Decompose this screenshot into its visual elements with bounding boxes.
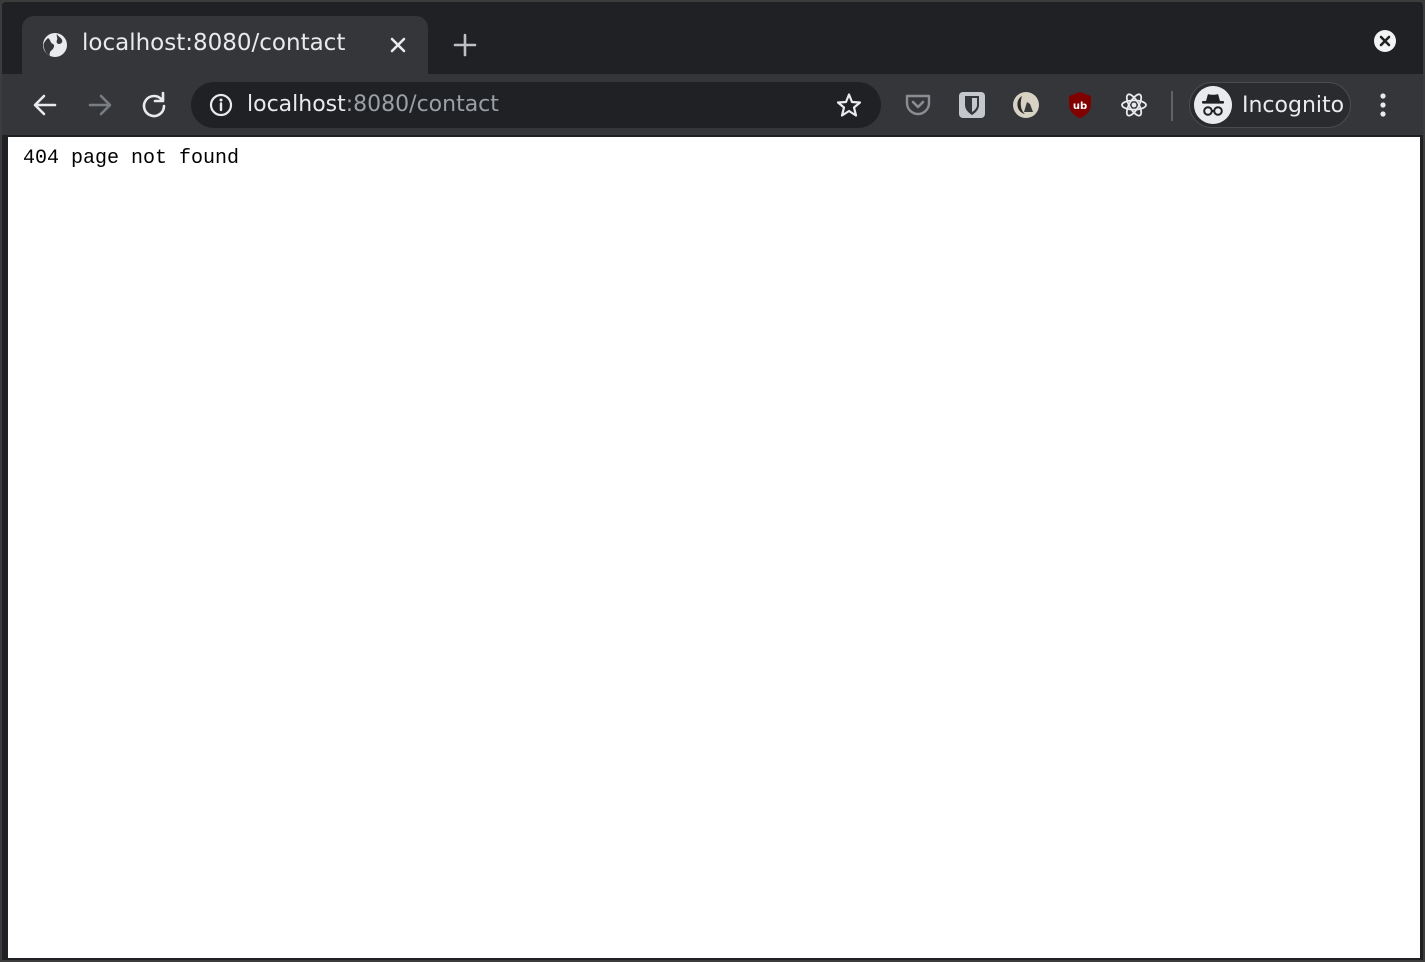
bitwarden-icon[interactable] xyxy=(957,90,987,120)
tab-title: localhost:8080/contact xyxy=(82,30,346,56)
tab-strip: localhost:8080/contact xyxy=(2,2,1423,74)
react-devtools-icon[interactable] xyxy=(1119,90,1149,120)
window-close-icon[interactable] xyxy=(1373,29,1397,53)
pocket-icon[interactable] xyxy=(903,90,933,120)
new-tab-icon[interactable] xyxy=(451,31,479,59)
toolbar: localhost:8080/contact ub Incognito xyxy=(2,74,1423,136)
url-host: localhost xyxy=(247,92,346,117)
forward-arrow-icon[interactable] xyxy=(85,90,115,120)
url-path: :8080/contact xyxy=(345,92,499,117)
active-tab[interactable]: localhost:8080/contact xyxy=(22,16,428,74)
globe-icon xyxy=(43,33,67,57)
incognito-icon xyxy=(1194,86,1232,124)
toolbar-divider xyxy=(1171,91,1173,121)
back-arrow-icon[interactable] xyxy=(30,90,60,120)
dark-reader-icon[interactable] xyxy=(1011,90,1041,120)
profile-button[interactable]: Incognito xyxy=(1189,82,1351,128)
reload-icon[interactable] xyxy=(139,90,169,120)
browser-window: localhost:8080/contact localhost:8080/co… xyxy=(0,0,1425,962)
profile-label: Incognito xyxy=(1242,93,1345,118)
error-message: 404 page not found xyxy=(23,147,240,170)
svg-text:ub: ub xyxy=(1073,101,1087,112)
url-text[interactable]: localhost:8080/contact xyxy=(247,92,499,117)
address-bar[interactable]: localhost:8080/contact xyxy=(191,82,881,128)
ublock-origin-icon[interactable]: ub xyxy=(1065,90,1095,120)
bookmark-star-icon[interactable] xyxy=(836,92,862,118)
page-content: 404 page not found xyxy=(8,137,1420,958)
close-tab-icon[interactable] xyxy=(386,33,410,57)
info-icon[interactable] xyxy=(209,93,233,117)
kebab-menu-icon[interactable] xyxy=(1370,90,1396,120)
